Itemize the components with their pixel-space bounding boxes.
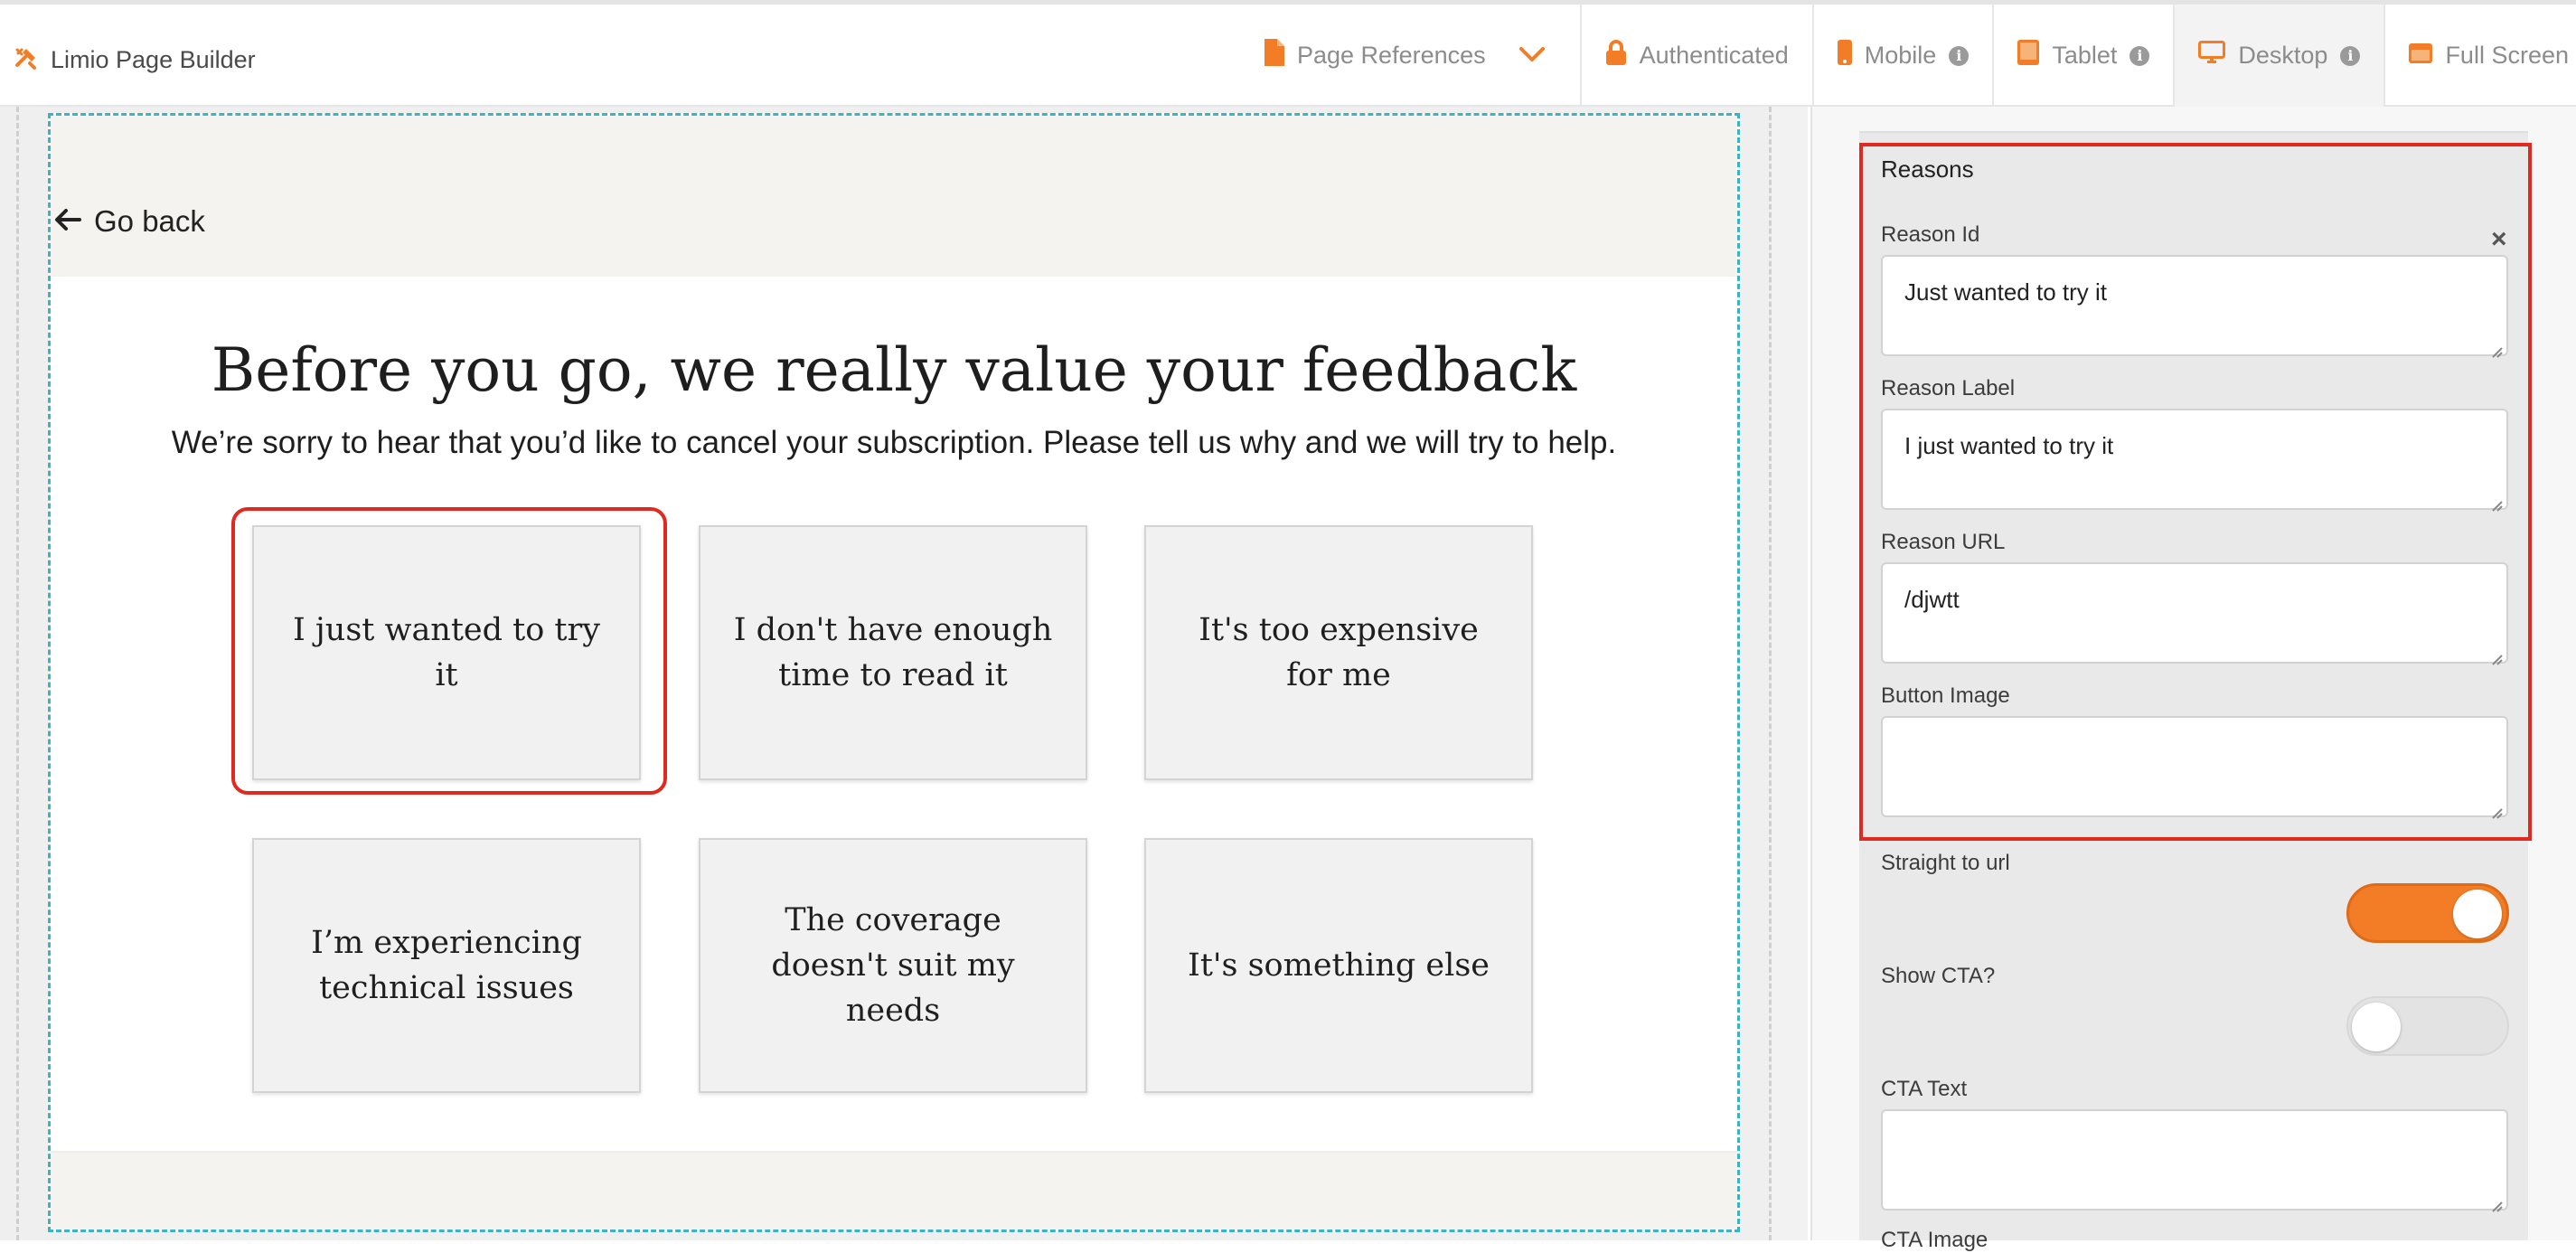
mobile-icon <box>1837 40 1852 71</box>
reason-button[interactable]: It's too expensive for me <box>1144 525 1533 780</box>
view-tabs: Page References Authenticated Mobile i T… <box>1241 5 2576 107</box>
brand: Limio Page Builder <box>14 39 256 80</box>
page-preview[interactable]: Go back Before you go, we really value y… <box>48 113 1740 1232</box>
resize-handle-icon[interactable] <box>2488 644 2503 665</box>
chevron-down-icon <box>1518 42 1546 70</box>
tab-desktop[interactable]: Desktop i <box>2173 5 2384 107</box>
resize-handle-icon[interactable] <box>2488 336 2503 358</box>
tab-mobile-label: Mobile <box>1864 42 1937 69</box>
reason-id-input[interactable]: Just wanted to try it <box>1881 255 2508 358</box>
page-references-dropdown[interactable]: Page References <box>1241 5 1580 107</box>
tab-tablet[interactable]: Tablet i <box>1992 5 2173 107</box>
reason-url-value: /djwtt <box>1904 586 1960 613</box>
page-references-label: Page References <box>1297 42 1486 69</box>
tab-authenticated[interactable]: Authenticated <box>1579 5 1812 107</box>
canvas-guide-left <box>16 107 19 1240</box>
info-icon[interactable]: i <box>1949 45 1970 66</box>
tab-authenticated-label: Authenticated <box>1639 42 1789 69</box>
go-back-link[interactable]: Go back <box>54 204 205 239</box>
toggle-knob <box>2352 1003 2401 1051</box>
reason-button[interactable]: The coverage doesn't suit my needs <box>699 838 1087 1093</box>
limio-logo-icon <box>14 46 38 74</box>
cta-image-label: CTA Image <box>1881 1228 1988 1252</box>
show-cta-toggle[interactable] <box>2346 996 2509 1056</box>
reason-button[interactable]: I don't have enough time to read it <box>699 525 1087 780</box>
tab-mobile[interactable]: Mobile i <box>1811 5 1993 107</box>
reasons-heading: Reasons <box>1881 155 1974 183</box>
page-header: Go back <box>51 116 1737 277</box>
reason-button[interactable]: I’m experiencing technical issues <box>252 838 641 1093</box>
reason-url-input[interactable]: /djwtt <box>1881 562 2508 665</box>
app-title: Limio Page Builder <box>51 45 256 73</box>
tab-full-screen[interactable]: Full Screen <box>2383 5 2576 107</box>
page-title: Before you go, we really value your feed… <box>211 335 1577 405</box>
resize-handle-icon[interactable] <box>2488 490 2503 512</box>
button-image-input[interactable] <box>1881 716 2508 819</box>
resize-handle-icon[interactable] <box>2488 1191 2503 1212</box>
straight-to-url-label: Straight to url <box>1881 851 2010 875</box>
reason-label-value: I just wanted to try it <box>1904 432 2114 459</box>
tab-tablet-label: Tablet <box>2052 42 2118 69</box>
fullscreen-icon <box>2409 42 2433 70</box>
info-icon[interactable]: i <box>2340 45 2361 66</box>
desktop-icon <box>2198 41 2226 71</box>
reason-label-input[interactable]: I just wanted to try it <box>1881 409 2508 512</box>
tab-full-screen-label: Full Screen <box>2445 42 2569 69</box>
cta-text-label: CTA Text <box>1881 1077 1968 1101</box>
lock-icon <box>1605 40 1627 71</box>
resize-handle-icon[interactable] <box>2488 797 2503 819</box>
canvas-guide-right <box>1769 107 1772 1240</box>
toggle-knob <box>2453 890 2502 938</box>
selected-reason-highlight <box>231 507 667 795</box>
document-icon <box>1264 39 1284 72</box>
page-footer <box>51 1151 1737 1229</box>
show-cta-label: Show CTA? <box>1881 964 1996 988</box>
page-subtitle: We’re sorry to hear that you’d like to c… <box>171 425 1617 460</box>
reason-button[interactable]: It's something else <box>1144 838 1533 1093</box>
reason-id-value: Just wanted to try it <box>1904 278 2107 306</box>
top-bar: Limio Page Builder Page References Authe… <box>0 0 2576 107</box>
reason-url-label: Reason URL <box>1881 530 2006 554</box>
info-icon[interactable]: i <box>2129 45 2150 66</box>
reason-label-label: Reason Label <box>1881 376 2016 400</box>
arrow-left-icon <box>54 204 81 239</box>
remove-reason-icon[interactable]: × <box>2491 224 2507 255</box>
straight-to-url-toggle[interactable] <box>2346 883 2509 943</box>
go-back-label: Go back <box>94 204 205 238</box>
button-image-label: Button Image <box>1881 683 2010 708</box>
reason-id-label: Reason Id <box>1881 222 1980 247</box>
canvas-gutter <box>1772 107 1808 1240</box>
tablet-icon <box>2017 40 2040 71</box>
cta-text-input[interactable] <box>1881 1109 2508 1212</box>
tab-desktop-label: Desktop <box>2238 42 2328 69</box>
